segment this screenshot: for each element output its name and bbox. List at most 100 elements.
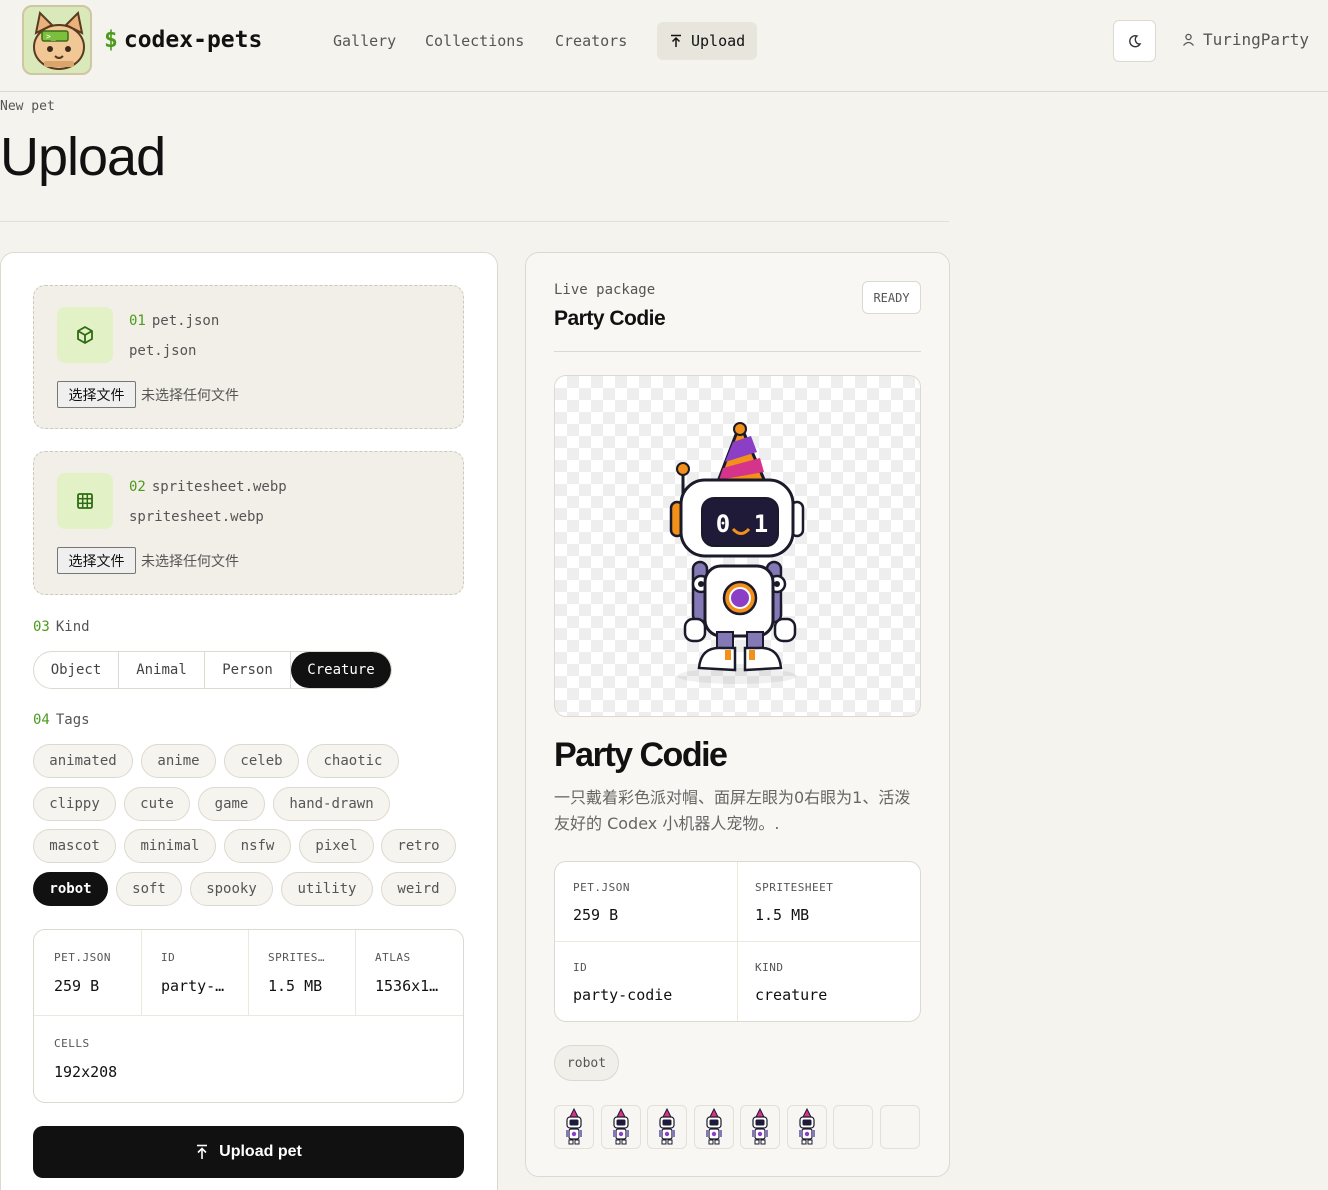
page-eyebrow: New pet — [0, 99, 55, 114]
moon-icon — [1128, 35, 1141, 48]
tag-chip[interactable]: retro — [381, 829, 456, 863]
tag-chip[interactable]: cute — [124, 787, 190, 821]
step-number: 04 — [33, 712, 50, 728]
kind-label: 03 Kind — [33, 619, 90, 635]
tag-chip[interactable]: clippy — [33, 787, 116, 821]
user-menu[interactable]: TuringParty — [1182, 30, 1309, 49]
choose-file-button[interactable]: 选择文件 — [57, 381, 136, 408]
tag-chip[interactable]: weird — [381, 872, 456, 906]
sprite-frame-thumbnail — [600, 1105, 641, 1149]
sprite-frame-empty — [833, 1105, 873, 1149]
stat-key: SPRITES… — [268, 951, 325, 964]
stat-value: 259 B — [54, 977, 100, 995]
tag-chip[interactable]: animated — [33, 744, 133, 778]
logo-cat-icon[interactable]: >_ — [22, 5, 92, 75]
file-status: 未选择任何文件 — [141, 554, 239, 570]
stat-key: PET.JSON — [573, 881, 630, 894]
brand-symbol: $ — [104, 27, 118, 53]
tag-chip[interactable]: hand-drawn — [273, 787, 390, 821]
tag-chip[interactable]: soft — [116, 872, 182, 906]
pet-preview: 0 1 — [554, 375, 921, 717]
robot-left-eye: 0 — [716, 510, 730, 538]
stat-pet-json: PET.JSON 259 B — [34, 930, 142, 1016]
status-badge: READY — [862, 281, 921, 314]
kind-option-person[interactable]: Person — [205, 652, 291, 688]
pet-tag-chip: robot — [554, 1045, 619, 1081]
upload-pet-label: Upload pet — [219, 1143, 302, 1160]
dropzone-step-label: 02 spritesheet.webp — [129, 479, 287, 495]
kind-selector: Object Animal Person Creature — [33, 651, 392, 689]
stat-value: party-… — [161, 977, 225, 995]
spritesheet-dropzone[interactable]: 02 spritesheet.webp spritesheet.webp 选择文件… — [33, 451, 464, 595]
pet-title: Party Codie — [554, 736, 728, 774]
step-number: 03 — [33, 619, 50, 635]
stat-kind: KIND creature — [737, 942, 920, 1021]
user-icon — [1183, 33, 1194, 46]
page-title: Upload — [0, 127, 166, 187]
step-name: spritesheet.webp — [151, 479, 287, 495]
stat-id: ID party-codie — [555, 942, 738, 1021]
tag-chip[interactable]: spooky — [190, 872, 273, 906]
choose-file-button[interactable]: 选择文件 — [57, 547, 136, 574]
grid-icon — [57, 473, 113, 529]
nav-creators[interactable]: Creators — [555, 22, 627, 60]
tags-label-text: Tags — [55, 712, 90, 728]
stat-value: party-codie — [573, 986, 673, 1004]
upload-arrow-icon — [671, 34, 681, 47]
kind-option-animal[interactable]: Animal — [119, 652, 205, 688]
stat-pet-json: PET.JSON 259 B — [555, 862, 738, 942]
sprite-frame-thumbnail — [693, 1105, 734, 1149]
tag-chip[interactable]: utility — [281, 872, 373, 906]
dropzone-step-label: 01 pet.json — [129, 313, 219, 329]
step-number: 02 — [129, 479, 146, 495]
kind-option-creature[interactable]: Creature — [291, 652, 391, 688]
robot-pet-image: 0 1 — [669, 422, 805, 684]
pet-description: 一只戴着彩色派对帽、面屏左眼为0右眼为1、活泼友好的 Codex 小机器人宠物。… — [554, 788, 911, 833]
live-package-name: Party Codie — [554, 307, 666, 330]
step-number: 01 — [129, 313, 146, 329]
tag-chip[interactable]: pixel — [299, 829, 374, 863]
sprite-frame-thumbnail — [740, 1105, 780, 1149]
nav-gallery[interactable]: Gallery — [333, 22, 396, 60]
cube-icon — [57, 307, 113, 363]
upload-pet-button[interactable]: Upload pet — [33, 1126, 464, 1178]
theme-toggle-button[interactable] — [1113, 20, 1156, 62]
tags-label: 04 Tags — [33, 712, 90, 728]
tag-chip[interactable]: anime — [141, 744, 216, 778]
stat-atlas: ATLAS 1536x1… — [355, 930, 463, 1016]
stat-key: KIND — [755, 961, 784, 974]
kind-label-text: Kind — [55, 619, 90, 635]
stat-value: 1.5 MB — [268, 977, 323, 995]
upload-arrow-icon — [197, 1144, 208, 1159]
stat-key: ID — [573, 961, 588, 974]
tag-chip[interactable]: mascot — [33, 829, 116, 863]
stat-key: CELLS — [54, 1037, 90, 1050]
stat-spritesheet: SPRITESHEET 1.5 MB — [737, 862, 920, 942]
step-name: pet.json — [151, 313, 220, 329]
tag-chip[interactable]: game — [198, 787, 265, 821]
pet-json-dropzone[interactable]: 01 pet.json pet.json 选择文件 未选择任何文件 — [33, 285, 464, 429]
tag-chip-selected[interactable]: robot — [33, 872, 108, 906]
user-name: TuringParty — [1203, 30, 1309, 49]
upload-stats-table: PET.JSON 259 B ID party-… SPRITES… 1.5 M… — [33, 929, 464, 1103]
stat-key: ATLAS — [375, 951, 411, 964]
sprite-frame-thumbnail — [647, 1105, 687, 1149]
kind-option-object[interactable]: Object — [34, 652, 119, 688]
stat-key: PET.JSON — [54, 951, 111, 964]
tag-chip[interactable]: nsfw — [224, 829, 291, 863]
title-divider — [0, 221, 949, 222]
top-nav-bar: >_ $ codex-pets Gallery Collections Creat… — [0, 0, 1328, 92]
stat-cells: CELLS 192x208 — [34, 1016, 463, 1102]
nav-upload[interactable]: Upload — [657, 22, 758, 60]
dropzone-filename: pet.json — [129, 343, 197, 359]
nav-collections[interactable]: Collections — [425, 22, 524, 60]
tag-chip[interactable]: chaotic — [307, 744, 399, 778]
stat-id: ID party-… — [141, 930, 249, 1016]
brand-name[interactable]: $ codex-pets — [104, 27, 262, 53]
tag-chip[interactable]: celeb — [224, 744, 299, 778]
tag-chip[interactable]: minimal — [124, 829, 216, 863]
sprite-frame-thumbnail — [786, 1105, 827, 1149]
package-stats-table: PET.JSON 259 B SPRITESHEET 1.5 MB ID par… — [554, 861, 921, 1022]
stat-spritesheet: SPRITES… 1.5 MB — [248, 930, 356, 1016]
sprite-frame-thumbnail — [554, 1105, 594, 1149]
